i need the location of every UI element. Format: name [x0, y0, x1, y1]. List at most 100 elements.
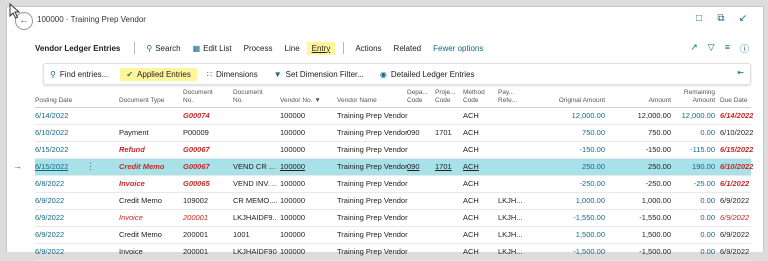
cell-project-code: 1701 [435, 162, 452, 171]
cell-amount: -250.00 [645, 179, 671, 188]
cell-posting-date[interactable]: 6/9/2022 [35, 213, 64, 222]
cell-posting-date[interactable]: 6/14/2022 [35, 111, 68, 120]
col-document-type[interactable]: Document Type [119, 97, 164, 105]
cell-document-type: Invoice [119, 213, 143, 222]
search-button[interactable]: ⚲ Search [141, 42, 185, 55]
cell-original-amount[interactable]: 750.00 [513, 128, 605, 137]
cell-remaining-amount[interactable]: 0.00 [671, 230, 715, 239]
table-row[interactable]: 6/9/2022 Invoice 200001 LKJHAIDF9... 100000 T… [35, 210, 751, 227]
table-row[interactable]: 6/9/2022 Credit Memo 200001 1001 100000 Train… [35, 227, 751, 244]
cell-original-amount[interactable]: -1,550.00 [513, 213, 605, 222]
eye-icon: ◉ [379, 69, 387, 79]
cell-posting-date[interactable]: 6/10/2022 [35, 128, 68, 137]
list-view-icon[interactable]: ≡ [725, 42, 730, 55]
cell-posting-date[interactable]: 6/9/2022 [35, 196, 64, 205]
cell-method-code: ACH [463, 179, 479, 188]
cell-method-code: ACH [463, 111, 479, 120]
mouse-cursor-icon [9, 3, 21, 19]
table-row[interactable]: 6/14/2022 G00074 100000 Training Prep Vendo… [35, 108, 753, 125]
cell-remaining-amount[interactable]: 12,000.00 [671, 111, 715, 120]
table-row[interactable]: 6/15/2022 Refund G00067 100000 Training Prep… [35, 142, 753, 159]
entry-menu[interactable]: Entry [306, 41, 336, 55]
col-external-doc-no[interactable]: Document No. [233, 89, 263, 104]
line-menu[interactable]: Line [280, 42, 305, 55]
cell-remaining-amount[interactable]: -25.00 [671, 179, 715, 188]
applied-entries-button[interactable]: ✔ Applied Entries [120, 67, 197, 81]
cell-posting-date[interactable]: 6/9/2022 [35, 247, 64, 256]
pin-icon[interactable]: ⇤ [737, 68, 744, 77]
col-vendor-name[interactable]: Vendor Name [337, 97, 377, 105]
cell-remaining-amount[interactable]: 0.00 [671, 247, 715, 256]
cell-posting-date[interactable]: 6/8/2022 [35, 179, 64, 188]
cell-original-amount[interactable]: -250.00 [513, 179, 605, 188]
cell-original-amount[interactable]: 1,000.00 [513, 196, 605, 205]
cell-department-code: 090 [407, 162, 420, 171]
share-icon[interactable]: ↗ [690, 42, 698, 55]
bookmark-icon[interactable]: □ [693, 13, 705, 24]
detailed-ledger-entries-button[interactable]: ◉ Detailed Ledger Entries [374, 68, 481, 81]
table-row[interactable]: 6/8/2022 Invoice G00065 VEND INV. ... 100000… [35, 176, 751, 193]
collapse-icon[interactable]: ↙ [737, 13, 749, 24]
col-original-amount[interactable]: Original Amount [513, 97, 605, 105]
edit-list-button[interactable]: ▦ Edit List [188, 42, 237, 55]
col-document-no[interactable]: Document No. [183, 89, 213, 104]
col-method-code[interactable]: Method Code [463, 89, 485, 104]
filter-icon[interactable]: ▽ [708, 42, 715, 55]
cell-external-doc-no: VEND INV. ... [233, 179, 277, 188]
col-department-code[interactable]: Depa... Code [407, 89, 428, 104]
dimensions-button[interactable]: ∷ Dimensions [201, 68, 264, 81]
new-window-icon[interactable]: ⧉ [715, 13, 727, 24]
cell-remaining-amount[interactable]: 0.00 [671, 128, 715, 137]
row-menu-icon[interactable]: ⋮ [86, 161, 95, 172]
cell-due-date: 6/9/2022 [720, 230, 750, 239]
col-amount[interactable]: Amount [605, 97, 671, 105]
col-vendor-no[interactable]: Vendor No. ▼ [280, 97, 321, 105]
cell-remaining-amount[interactable]: 190.00 [671, 162, 715, 171]
table-row[interactable]: 6/10/2022 Payment P00009 100000 Training Pre… [35, 125, 753, 142]
related-menu[interactable]: Related [389, 42, 427, 55]
fewer-options-button[interactable]: Fewer options [428, 42, 488, 55]
cell-remaining-amount[interactable]: -115.00 [671, 145, 715, 154]
cell-document-type: Payment [119, 128, 149, 137]
divider [134, 42, 136, 54]
cell-vendor-no: 100000 [280, 128, 306, 137]
cell-document-no: 200001 [183, 213, 209, 222]
cell-original-amount[interactable]: -1,500.00 [513, 247, 605, 256]
col-document-no-line2: No. [183, 96, 194, 104]
find-entries-label: Find entries... [59, 69, 109, 79]
cell-remaining-amount[interactable]: 0.00 [671, 196, 715, 205]
col-due-date[interactable]: Due Date [720, 97, 747, 105]
cell-posting-date[interactable]: 6/15/2022 [35, 145, 68, 154]
cell-vendor-no: 100000 [280, 213, 306, 222]
cell-method-code: ACH [463, 213, 479, 222]
actions-menu[interactable]: Actions [350, 42, 386, 55]
cell-method-code: ACH [463, 162, 479, 171]
table-row[interactable]: → ⋮ 6/15/2022 Credit Memo G00067 VEND CR ... 1… [13, 159, 754, 176]
applied-entries-label: Applied Entries [137, 69, 191, 79]
cell-original-amount[interactable]: -150.00 [513, 145, 605, 154]
table-header: Posting Date Document Type Document No. D… [35, 87, 751, 108]
search-label: Search [155, 43, 181, 53]
checkmark-icon: ✔ [126, 69, 134, 79]
info-icon[interactable]: ⓘ [740, 42, 749, 55]
table-row[interactable]: 6/9/2022 Credit Memo 109002 CR MEMO.... 1000… [35, 193, 751, 210]
process-menu[interactable]: Process [239, 42, 278, 55]
cell-original-amount[interactable]: 1,500.00 [513, 230, 605, 239]
col-project-code[interactable]: Proje... Code [435, 89, 456, 104]
cell-remaining-amount[interactable]: 0.00 [671, 213, 715, 222]
set-dimension-filter-button[interactable]: ▼ Set Dimension Filter... [268, 68, 370, 81]
cell-original-amount[interactable]: 12,000.00 [513, 111, 605, 120]
action-bar-tools: ↗ ▽ ≡ ⓘ [690, 42, 749, 55]
current-row-arrow-icon: → [13, 161, 22, 171]
cell-posting-date[interactable]: 6/9/2022 [35, 230, 64, 239]
col-posting-date[interactable]: Posting Date [35, 97, 72, 105]
find-entries-button[interactable]: ⚲ Find entries... [44, 68, 114, 81]
cell-original-amount[interactable]: 250.00 [513, 162, 605, 171]
cell-posting-date[interactable]: 6/15/2022 [35, 162, 68, 171]
col-remaining-amount[interactable]: Remaining Amount [671, 89, 715, 104]
cell-due-date: 6/10/2022 [720, 162, 754, 171]
table-row[interactable]: 6/9/2022 Invoice 200001 LKJHAIDF908 100000 Tr… [35, 244, 751, 261]
cell-external-doc-no: CR MEMO.... [233, 196, 277, 205]
cell-document-type: Credit Memo [119, 230, 162, 239]
cell-vendor-name: Training Prep Vendor [337, 213, 408, 222]
